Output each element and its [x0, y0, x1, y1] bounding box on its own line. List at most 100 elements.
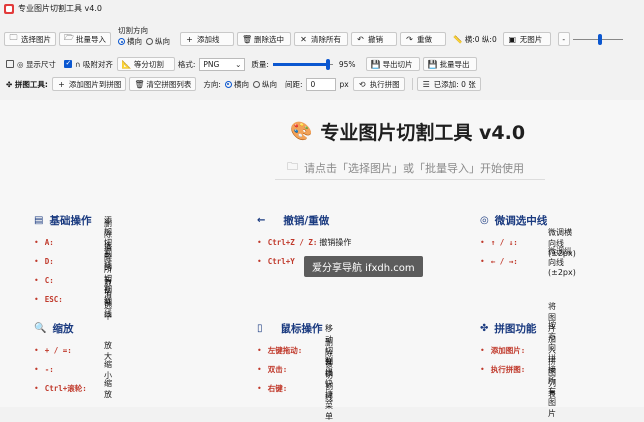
section-basic-title: 基础操作 — [49, 215, 92, 227]
list-item: • 执行拼图: 按方向拼接所有图片 — [480, 321, 556, 418]
add-to-stitch-button[interactable]: + 添加图片到拼图 — [51, 77, 127, 91]
save-icon: 💾 — [370, 59, 381, 69]
section-stitch: ✤ 拼图功能 • 添加图片: 将图片加入拼图列表 • 执行拼图: 按方向拼接所有图片 — [480, 302, 556, 418]
shortcut-key: ESC: — [44, 295, 63, 304]
stitch-horizontal-label: 横向 — [233, 79, 249, 89]
zoom-slider-thumb[interactable] — [597, 33, 602, 45]
quality-slider[interactable] — [272, 58, 333, 71]
undo-icon: ↶ — [357, 34, 364, 44]
dir-horizontal-label: 横向 — [127, 37, 142, 46]
line-count-text: 横:0 纵:0 — [464, 34, 497, 44]
dir-vertical-radio[interactable] — [146, 38, 153, 45]
palette-icon: 🎨 — [290, 121, 313, 142]
shortcut-key: D: — [44, 257, 54, 266]
image-info-button[interactable]: ▣ 无图片 — [502, 32, 551, 46]
section-mouse-title: 鼠标操作 — [280, 323, 323, 335]
add-line-button[interactable]: + 添加线 — [180, 32, 234, 46]
divider — [275, 179, 545, 180]
spacing-input[interactable]: 0 — [306, 77, 337, 91]
add-to-stitch-label: 添加图片到拼图 — [68, 79, 122, 89]
added-count-text: 已添加: 0 张 — [433, 79, 476, 89]
list-item: • ESC: 取消选中 — [34, 278, 112, 321]
execute-stitch-label: 执行拼图 — [369, 79, 400, 89]
zoom-slider[interactable] — [572, 33, 623, 46]
format-select[interactable]: PNG ⌄ — [199, 57, 246, 71]
list-item: • 右键: 弹出快捷菜单 — [257, 356, 333, 421]
image-icon: ▣ — [508, 34, 516, 44]
select-image-label: 选择图片 — [21, 34, 51, 44]
toolbar-row-3: ✤ 拼图工具: + 添加图片到拼图 🗑 清空拼图列表 方向: 横向 纵向 间距: 0… — [6, 77, 484, 91]
toolbar-row-1: 🗀 选择图片 🗁 批量导入 切割方向 横向 纵向 + 添加线 🗑 删除选中 ✕ 清除所有 … — [4, 26, 623, 50]
section-mouse: ▯ 鼠标操作 • 左键拖动: 移动切割线 • 双击: 删除该切割线 • 右键: 弹出快捷菜单 — [257, 321, 333, 421]
quality-value: 95% — [338, 59, 356, 69]
section-undo-title: 撤销/重做 — [283, 215, 330, 227]
select-image-button[interactable]: 🗀 选择图片 — [4, 32, 56, 46]
shortcut-key: 右键: — [267, 384, 288, 393]
shortcut-key: 执行拼图: — [490, 365, 526, 374]
shortcut-key: 左键拖动: — [267, 346, 303, 355]
shortcut-desc: 微调纵向线 (±2px) — [548, 247, 576, 277]
list-item: • Ctrl+滚轮: 缩放 — [34, 378, 112, 399]
app-banner-title: 🎨 专业图片切割工具 v4.0 — [290, 118, 525, 145]
divider — [411, 78, 413, 90]
stitch-horizontal-radio[interactable] — [224, 80, 232, 88]
redo-label: 重做 — [417, 34, 432, 44]
snap-align-label: ∩ 吸附对齐 — [75, 59, 113, 70]
shortcut-key: ← / →: — [490, 257, 518, 266]
quality-slider-thumb[interactable] — [325, 58, 330, 70]
section-zoom-heading: 🔍 缩放 — [34, 321, 87, 336]
cut-direction-label: 切割方向 — [118, 26, 148, 35]
snap-align-checkbox[interactable] — [63, 59, 72, 68]
batch-export-button[interactable]: 💾 批量导出 — [422, 57, 477, 71]
clear-all-button[interactable]: ✕ 清除所有 — [294, 32, 348, 46]
zoom-out-button[interactable]: - — [557, 32, 570, 46]
add-line-label: 添加线 — [197, 34, 220, 44]
stitch-vertical-radio[interactable] — [252, 80, 260, 88]
batch-export-label: 批量导出 — [439, 59, 470, 69]
section-fine-tune: ◎ 微调选中线 • ↑ / ↓: 微调横向线 (±2px) • ← / →: 微调纵向线 … — [480, 213, 576, 277]
list-item: • 添加图片: 将图片加入拼图列表 — [480, 302, 556, 399]
dir-horizontal-radio[interactable] — [118, 38, 125, 45]
magnet-icon: ∩ — [74, 59, 81, 69]
delete-selected-button[interactable]: 🗑 删除选中 — [237, 32, 291, 46]
clear-stitch-button[interactable]: 🗑 清空拼图列表 — [129, 77, 197, 91]
quality-label: 质量: — [251, 59, 269, 69]
equal-cut-button[interactable]: 📐 等分切割 — [116, 57, 175, 71]
title-bar: 专业图片切割工具 v4.0 — [0, 0, 644, 17]
format-value: PNG — [203, 59, 220, 69]
puzzle-icon: ✤ — [6, 79, 13, 89]
equal-cut-label: 等分切割 — [133, 59, 164, 69]
folder-icon: 🗀 — [287, 160, 298, 173]
show-size-checkbox[interactable] — [6, 60, 14, 68]
clear-stitch-label: 清空拼图列表 — [146, 79, 192, 89]
redo-button[interactable]: ↷ 重做 — [400, 32, 446, 46]
list-item: • Ctrl+Z / Z: 撤销操作 — [257, 238, 352, 247]
list-item: • A: 添加切割线 — [34, 216, 112, 269]
section-undo-heading: ← 撤销/重做 — [257, 213, 351, 228]
shortcut-key: 添加图片: — [490, 346, 526, 355]
undo-button[interactable]: ↶ 撤销 — [351, 32, 397, 46]
trash-icon: 🗑 — [134, 79, 145, 89]
stitch-vertical-label: 纵向 — [261, 79, 277, 89]
section-fine-title: 微调选中线 — [494, 215, 548, 227]
shortcut-key: A: — [44, 238, 54, 247]
added-count-badge: ☰ 已添加: 0 张 — [416, 77, 481, 91]
trash-icon: 🗑 — [242, 34, 253, 44]
section-basic-ops: ▤ 基础操作 • A: 添加切割线 • D: 删除选中的切割线 • C: 清除所有切割线 • E… — [34, 213, 112, 321]
shortcut-key: -: — [44, 365, 54, 374]
chevron-down-icon: ⌄ — [235, 59, 242, 69]
list-icon: ☰ — [422, 79, 430, 89]
batch-import-button[interactable]: 🗁 批量导入 — [59, 32, 111, 46]
export-slices-button[interactable]: 💾 导出切片 — [365, 57, 420, 71]
redo-icon: ↷ — [406, 34, 413, 44]
window-title: 专业图片切割工具 v4.0 — [18, 4, 102, 13]
shortcut-desc: 弹出快捷菜单 — [325, 356, 333, 421]
snap-align-text: 吸附对齐 — [82, 59, 113, 69]
shortcut-key: C: — [44, 276, 54, 285]
list-item: • + / =: 放大 — [34, 340, 112, 361]
show-size-text: 显示尺寸 — [25, 59, 56, 69]
shortcut-key: Ctrl+滚轮: — [44, 384, 87, 393]
app-banner-text: 专业图片切割工具 v4.0 — [320, 122, 526, 144]
execute-stitch-button[interactable]: ⟲ 执行拼图 — [352, 77, 405, 91]
quality-slider-fill — [272, 62, 326, 66]
